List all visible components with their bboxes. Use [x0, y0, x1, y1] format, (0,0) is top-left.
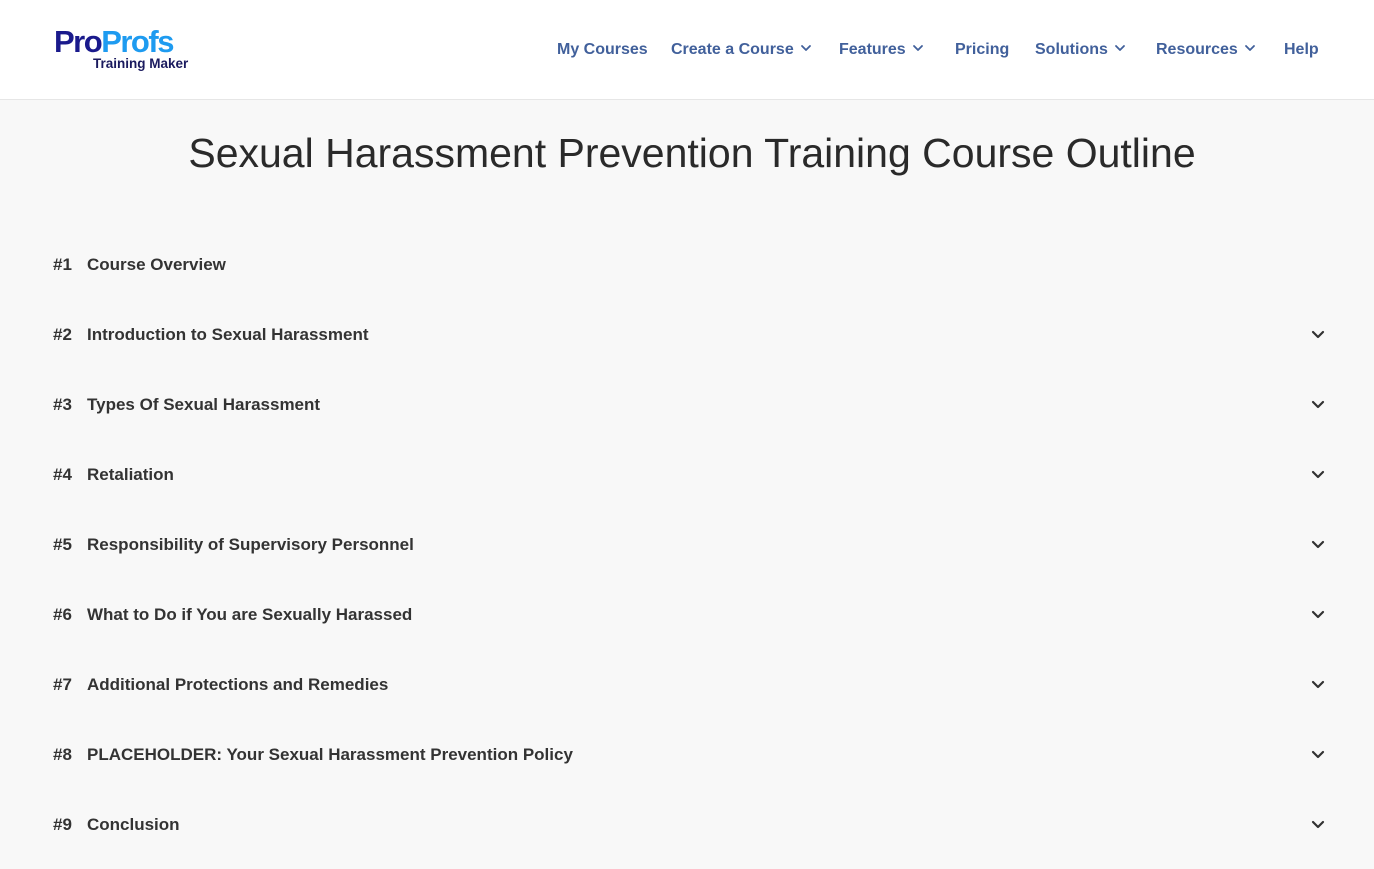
nav-resources[interactable]: Resources [1156, 40, 1256, 62]
chevron-down-icon[interactable] [1310, 748, 1326, 762]
outline-item-label: Responsibility of Supervisory Personnel [87, 535, 414, 554]
outline-item-number: #5 [53, 535, 72, 554]
chevron-down-icon[interactable] [1310, 468, 1326, 482]
outline-item-label: PLACEHOLDER: Your Sexual Harassment Prev… [87, 745, 573, 764]
outline-item-7[interactable]: #7 Additional Protections and Remedies [0, 650, 1374, 720]
chevron-down-icon [912, 45, 923, 51]
chevron-down-icon [800, 45, 811, 51]
outline-item-label: Additional Protections and Remedies [87, 675, 389, 694]
nav-create-a-course-label: Create a Course [671, 41, 794, 58]
outline-item-label: Types Of Sexual Harassment [87, 395, 321, 414]
nav-solutions-label: Solutions [1035, 41, 1108, 58]
chevron-down-icon [1244, 45, 1255, 51]
outline-item-number: #4 [53, 465, 72, 484]
chevron-down-icon[interactable] [1310, 678, 1326, 692]
outline-item-number: #1 [53, 255, 72, 274]
outline-item-2[interactable]: #2 Introduction to Sexual Harassment [0, 300, 1374, 370]
outline-item-9[interactable]: #9 Conclusion [0, 790, 1374, 860]
outline-item-3[interactable]: #3 Types Of Sexual Harassment [0, 370, 1374, 440]
chevron-down-icon[interactable] [1310, 608, 1326, 622]
nav-features-label: Features [839, 41, 906, 58]
outline-item-1[interactable]: #1 Course Overview [0, 230, 1374, 300]
chevron-down-icon[interactable] [1310, 818, 1326, 832]
outline-item-number: #6 [53, 605, 72, 624]
outline-item-6[interactable]: #6 What to Do if You are Sexually Harass… [0, 580, 1374, 650]
chevron-down-icon[interactable] [1310, 538, 1326, 552]
outline-item-label: Conclusion [87, 815, 180, 834]
chevron-down-icon [1114, 45, 1125, 51]
chevron-down-icon[interactable] [1310, 398, 1326, 412]
outline-item-label: What to Do if You are Sexually Harassed [87, 605, 413, 624]
nav-create-a-course[interactable]: Create a Course [671, 40, 812, 62]
nav-pricing[interactable]: Pricing [955, 40, 1009, 62]
nav-solutions[interactable]: Solutions [1035, 40, 1126, 62]
site-header: ProProfs Training Maker My Courses Creat… [0, 0, 1374, 100]
outline-item-number: #3 [53, 395, 72, 414]
nav-help[interactable]: Help [1284, 40, 1319, 62]
outline-item-number: #2 [53, 325, 72, 344]
nav-resources-label: Resources [1156, 41, 1238, 58]
outline-item-8[interactable]: #8 PLACEHOLDER: Your Sexual Harassment P… [0, 720, 1374, 790]
outline-item-label: Introduction to Sexual Harassment [87, 325, 369, 344]
nav-my-courses-label: My Courses [557, 41, 648, 58]
nav-my-courses[interactable]: My Courses [557, 40, 648, 62]
page-title: Sexual Harassment Prevention Training Co… [188, 130, 1196, 176]
outline-item-5[interactable]: #5 Responsibility of Supervisory Personn… [0, 510, 1374, 580]
outline-item-label: Retaliation [87, 465, 174, 484]
nav-features[interactable]: Features [839, 40, 924, 62]
outline-item-number: #7 [53, 675, 72, 694]
outline-item-label: Course Overview [87, 255, 226, 274]
nav-pricing-label: Pricing [955, 41, 1010, 58]
main-nav: My Courses Create a Course Features Pric… [0, 40, 1374, 62]
nav-help-label: Help [1284, 41, 1319, 58]
outline-item-number: #9 [53, 815, 72, 834]
chevron-down-icon[interactable] [1310, 328, 1326, 342]
outline-item-4[interactable]: #4 Retaliation [0, 440, 1374, 510]
outline-item-number: #8 [53, 745, 72, 764]
